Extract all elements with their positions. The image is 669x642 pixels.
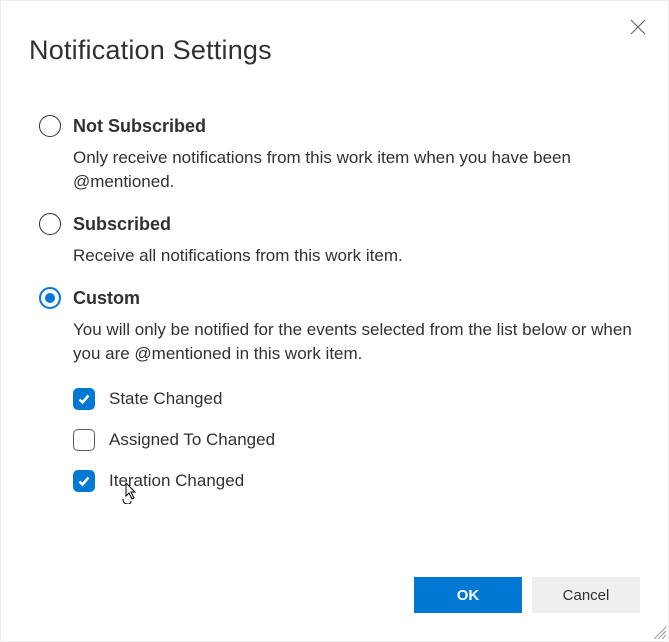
options-group: Not Subscribed Only receive notification… [29,114,640,511]
notification-settings-dialog: Notification Settings Not Subscribed Onl… [0,0,669,642]
event-label: State Changed [109,389,222,409]
radio-not-subscribed[interactable] [39,115,61,137]
dialog-footer: OK Cancel [414,577,640,613]
radio-subscribed[interactable] [39,213,61,235]
option-desc: You will only be notified for the events… [73,318,640,366]
resize-grip-icon[interactable] [650,623,666,639]
cancel-button[interactable]: Cancel [532,577,640,613]
check-icon [77,392,91,406]
option-desc: Receive all notifications from this work… [73,244,640,268]
option-label: Not Subscribed [73,114,640,138]
close-icon [630,19,646,35]
ok-button[interactable]: OK [414,577,522,613]
option-not-subscribed[interactable]: Not Subscribed Only receive notification… [39,114,640,194]
radio-custom[interactable] [39,287,61,309]
event-iteration-changed[interactable]: Iteration Changed [73,470,640,492]
option-label: Subscribed [73,212,640,236]
checkbox-assigned-to-changed[interactable] [73,429,95,451]
option-desc: Only receive notifications from this wor… [73,146,640,194]
event-assigned-to-changed[interactable]: Assigned To Changed [73,429,640,451]
option-custom[interactable]: Custom You will only be notified for the… [39,286,640,511]
dialog-title: Notification Settings [29,35,640,66]
custom-events-group: State Changed Assigned To Changed Iterat… [73,388,640,492]
check-icon [77,474,91,488]
event-label: Iteration Changed [109,471,244,491]
option-label: Custom [73,286,640,310]
event-label: Assigned To Changed [109,430,275,450]
checkbox-state-changed[interactable] [73,388,95,410]
close-button[interactable] [626,15,650,39]
option-subscribed[interactable]: Subscribed Receive all notifications fro… [39,212,640,268]
event-state-changed[interactable]: State Changed [73,388,640,410]
checkbox-iteration-changed[interactable] [73,470,95,492]
